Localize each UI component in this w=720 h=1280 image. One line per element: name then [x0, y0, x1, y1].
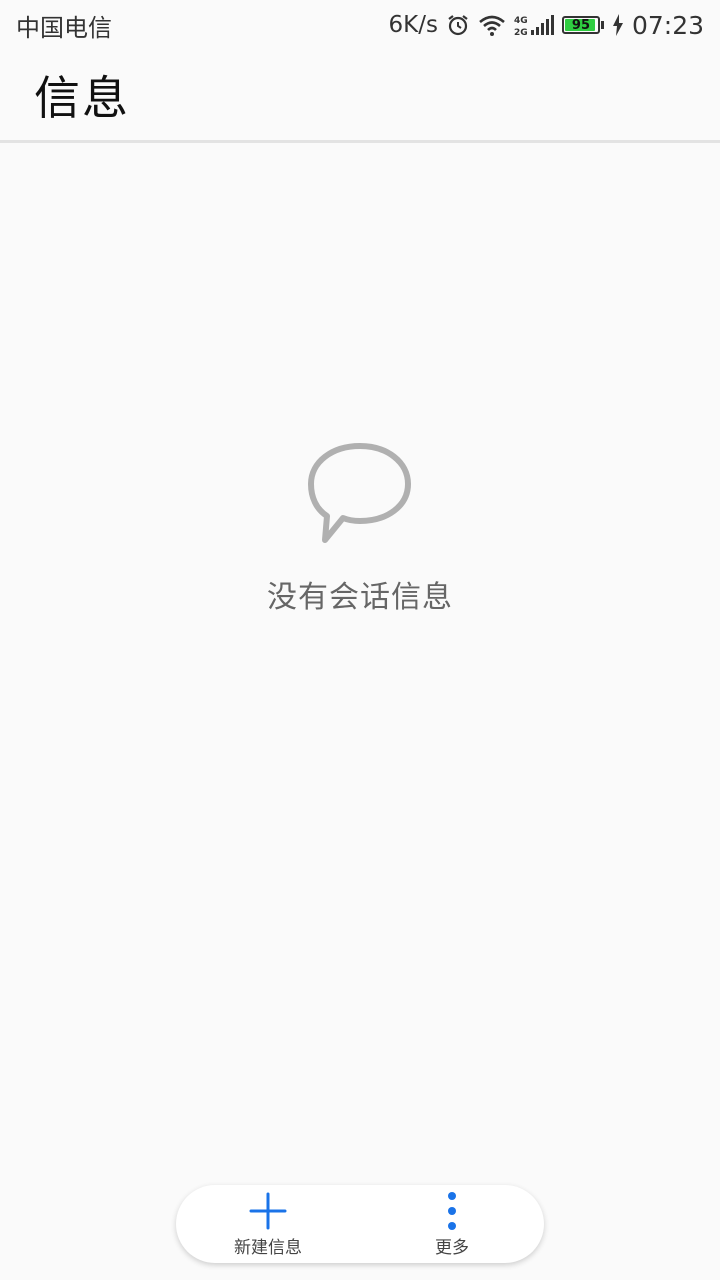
plus-icon — [248, 1191, 288, 1231]
battery-percent: 95 — [571, 17, 590, 33]
new-message-button[interactable]: 新建信息 — [188, 1191, 348, 1258]
battery-indicator: 95 — [561, 16, 604, 34]
network-speed: 6K/s — [388, 12, 438, 38]
battery-icon: 95 — [561, 16, 600, 34]
new-message-label: 新建信息 — [234, 1237, 302, 1258]
battery-cap — [600, 21, 604, 29]
page-title: 信息 — [34, 71, 130, 125]
clock: 07:23 — [631, 10, 704, 40]
app-header: 信息 — [0, 50, 720, 140]
network-type-2g: 2G — [514, 28, 528, 37]
status-left: 中国电信 — [16, 8, 112, 43]
chat-bubble-icon — [305, 440, 415, 546]
more-vertical-icon — [446, 1191, 458, 1231]
empty-state-message: 没有会话信息 — [267, 580, 453, 615]
empty-state: 没有会话信息 — [0, 440, 720, 616]
charging-icon — [612, 14, 624, 36]
more-label: 更多 — [435, 1237, 469, 1258]
status-bar: 中国电信 6K/s 4G 2G 95 07:23 — [0, 0, 720, 50]
wifi-icon — [478, 13, 506, 37]
signal-4g-2g-icon: 4G 2G — [514, 13, 554, 37]
network-type-4g: 4G — [514, 16, 528, 26]
status-right: 6K/s 4G 2G 95 07:23 — [389, 11, 705, 40]
alarm-icon — [446, 13, 470, 37]
header-divider — [0, 140, 720, 143]
messages-screen: 中国电信 6K/s 4G 2G 95 07:23 信息 没有会话信息 新建信息 … — [0, 0, 720, 1280]
carrier-name: 中国电信 — [16, 13, 112, 42]
bottom-action-bar: 新建信息 更多 — [176, 1185, 544, 1263]
more-button[interactable]: 更多 — [372, 1191, 532, 1258]
